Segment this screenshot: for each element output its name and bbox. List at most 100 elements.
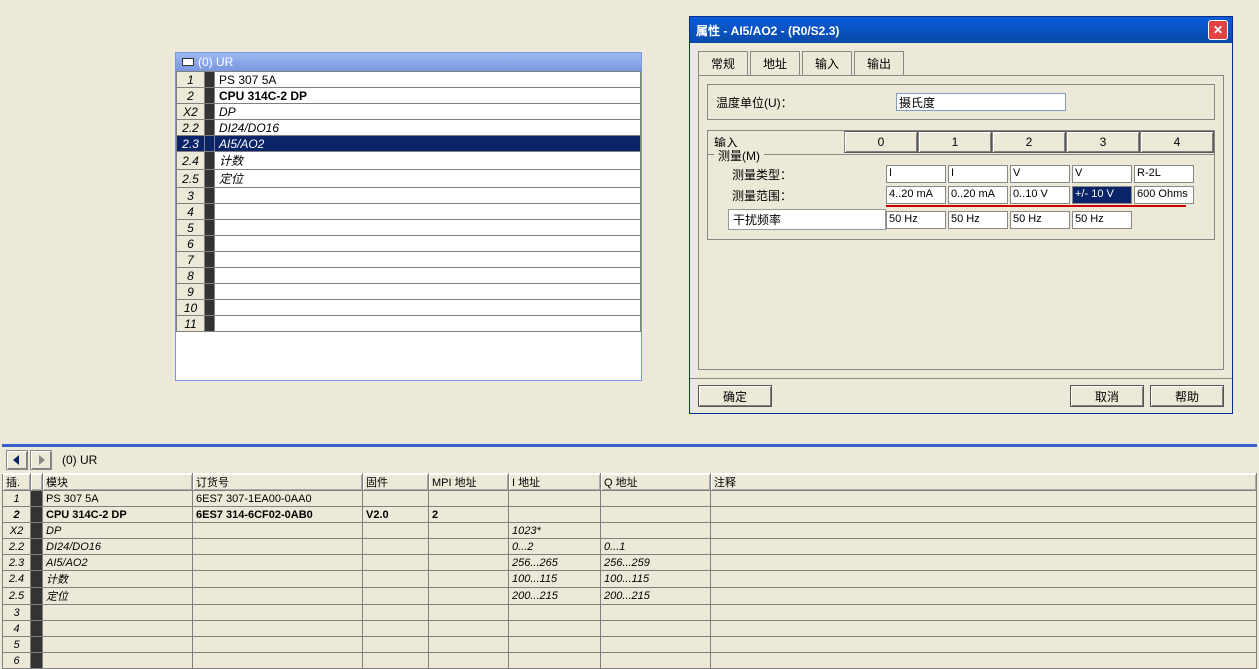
meas-type-row: 测量类型： I I V V R-2L <box>716 165 1206 183</box>
grid-row[interactable]: 2.4计数100...115100...115 <box>3 571 1257 588</box>
rack-window-title-bar[interactable]: (0) UR <box>176 53 641 71</box>
rack-row[interactable]: 10 <box>177 300 641 316</box>
col-order[interactable]: 订货号 <box>193 474 363 491</box>
rack-row[interactable]: 2.2DI24/DO16 <box>177 120 641 136</box>
grid-qaddr <box>601 523 711 539</box>
col-qaddr[interactable]: Q 地址 <box>601 474 711 491</box>
rack-slot: 4 <box>177 204 205 220</box>
meas-range-2[interactable]: 0..10 V <box>1010 186 1070 204</box>
tab-address[interactable]: 地址 <box>750 51 800 75</box>
meas-type-4[interactable]: R-2L <box>1134 165 1194 183</box>
col-iaddr[interactable]: I 地址 <box>509 474 601 491</box>
rack-row[interactable]: 2.5定位 <box>177 170 641 188</box>
meas-range-1[interactable]: 0..20 mA <box>948 186 1008 204</box>
grid-module <box>43 621 193 637</box>
grid-order <box>193 621 363 637</box>
grid-row[interactable]: 2CPU 314C-2 DP6ES7 314-6CF02-0AB0V2.02 <box>3 507 1257 523</box>
grid-row[interactable]: 5 <box>3 637 1257 653</box>
dialog-title-bar[interactable]: 属性 - AI5/AO2 - (R0/S2.3) ✕ <box>690 17 1232 43</box>
grid-fw <box>363 555 429 571</box>
rack-row[interactable]: 3 <box>177 188 641 204</box>
rack-slot: 2.2 <box>177 120 205 136</box>
input-col-0[interactable]: 0 <box>844 131 918 153</box>
input-col-2[interactable]: 2 <box>992 131 1066 153</box>
nav-forward-button[interactable] <box>30 450 52 470</box>
col-comment[interactable]: 注释 <box>711 474 1257 491</box>
meas-range-3[interactable]: +/- 10 V <box>1072 186 1132 204</box>
grid-qaddr <box>601 491 711 507</box>
grid-row[interactable]: X2DP1023* <box>3 523 1257 539</box>
col-mpi[interactable]: MPI 地址 <box>429 474 509 491</box>
grid-module: 计数 <box>43 571 193 588</box>
grid-qaddr: 0...1 <box>601 539 711 555</box>
col-module[interactable]: 模块 <box>43 474 193 491</box>
col-slot[interactable]: 插. <box>3 474 31 491</box>
tab-general[interactable]: 常规 <box>698 51 748 75</box>
ok-button[interactable]: 确定 <box>698 385 772 407</box>
meas-range-4[interactable]: 600 Ohms <box>1134 186 1194 204</box>
rack-row[interactable]: 4 <box>177 204 641 220</box>
rack-row[interactable]: X2DP <box>177 104 641 120</box>
grid-order <box>193 588 363 605</box>
grid-comment <box>711 571 1257 588</box>
rack-row[interactable]: 7 <box>177 252 641 268</box>
grid-order <box>193 605 363 621</box>
rack-row[interactable]: 9 <box>177 284 641 300</box>
rack-row[interactable]: 1PS 307 5A <box>177 72 641 88</box>
noise-2[interactable]: 50 Hz <box>1010 211 1070 229</box>
noise-3[interactable]: 50 Hz <box>1072 211 1132 229</box>
rack-row[interactable]: 5 <box>177 220 641 236</box>
meas-type-1[interactable]: I <box>948 165 1008 183</box>
tab-input[interactable]: 输入 <box>802 51 852 75</box>
rack-row[interactable]: 2.4计数 <box>177 152 641 170</box>
temp-unit-field[interactable] <box>896 93 1066 111</box>
rack-slot: 1 <box>177 72 205 88</box>
tab-output[interactable]: 输出 <box>854 51 904 75</box>
rack-row[interactable]: 8 <box>177 268 641 284</box>
grid-bar-icon <box>31 507 43 523</box>
input-col-3[interactable]: 3 <box>1066 131 1140 153</box>
meas-type-2[interactable]: V <box>1010 165 1070 183</box>
rack-row[interactable]: 2.3AI5/AO2 <box>177 136 641 152</box>
grid-row[interactable]: 3 <box>3 605 1257 621</box>
col-bar[interactable] <box>31 474 43 491</box>
rack-bar-icon <box>205 252 215 268</box>
temp-unit-label: 温度单位(U)： <box>716 94 896 111</box>
meas-type-0[interactable]: I <box>886 165 946 183</box>
grid-iaddr <box>509 507 601 523</box>
grid-row[interactable]: 6 <box>3 653 1257 669</box>
rack-slot: 8 <box>177 268 205 284</box>
col-fw[interactable]: 固件 <box>363 474 429 491</box>
grid-row[interactable]: 2.2DI24/DO160...20...1 <box>3 539 1257 555</box>
rack-row[interactable]: 6 <box>177 236 641 252</box>
meas-type-3[interactable]: V <box>1072 165 1132 183</box>
grid-bar-icon <box>31 571 43 588</box>
cancel-button[interactable]: 取消 <box>1070 385 1144 407</box>
meas-range-0[interactable]: 4..20 mA <box>886 186 946 204</box>
grid-order: 6ES7 307-1EA00-0AA0 <box>193 491 363 507</box>
noise-1[interactable]: 50 Hz <box>948 211 1008 229</box>
grid-slot: 6 <box>3 653 31 669</box>
grid-order <box>193 539 363 555</box>
close-icon[interactable]: ✕ <box>1208 20 1228 40</box>
grid-fw <box>363 571 429 588</box>
grid-bar-icon <box>31 491 43 507</box>
grid-module <box>43 605 193 621</box>
grid-slot: 2.5 <box>3 588 31 605</box>
rack-row[interactable]: 2CPU 314C-2 DP <box>177 88 641 104</box>
noise-0[interactable]: 50 Hz <box>886 211 946 229</box>
grid-fw <box>363 621 429 637</box>
grid-row[interactable]: 1PS 307 5A6ES7 307-1EA00-0AA0 <box>3 491 1257 507</box>
grid-comment <box>711 539 1257 555</box>
grid-row[interactable]: 4 <box>3 621 1257 637</box>
rack-module-name <box>215 204 641 220</box>
input-col-4[interactable]: 4 <box>1140 131 1214 153</box>
nav-back-button[interactable] <box>6 450 28 470</box>
rack-slot: 2.3 <box>177 136 205 152</box>
input-col-1[interactable]: 1 <box>918 131 992 153</box>
grid-mpi <box>429 605 509 621</box>
grid-row[interactable]: 2.3AI5/AO2256...265256...259 <box>3 555 1257 571</box>
grid-row[interactable]: 2.5定位200...215200...215 <box>3 588 1257 605</box>
help-button[interactable]: 帮助 <box>1150 385 1224 407</box>
rack-row[interactable]: 11 <box>177 316 641 332</box>
